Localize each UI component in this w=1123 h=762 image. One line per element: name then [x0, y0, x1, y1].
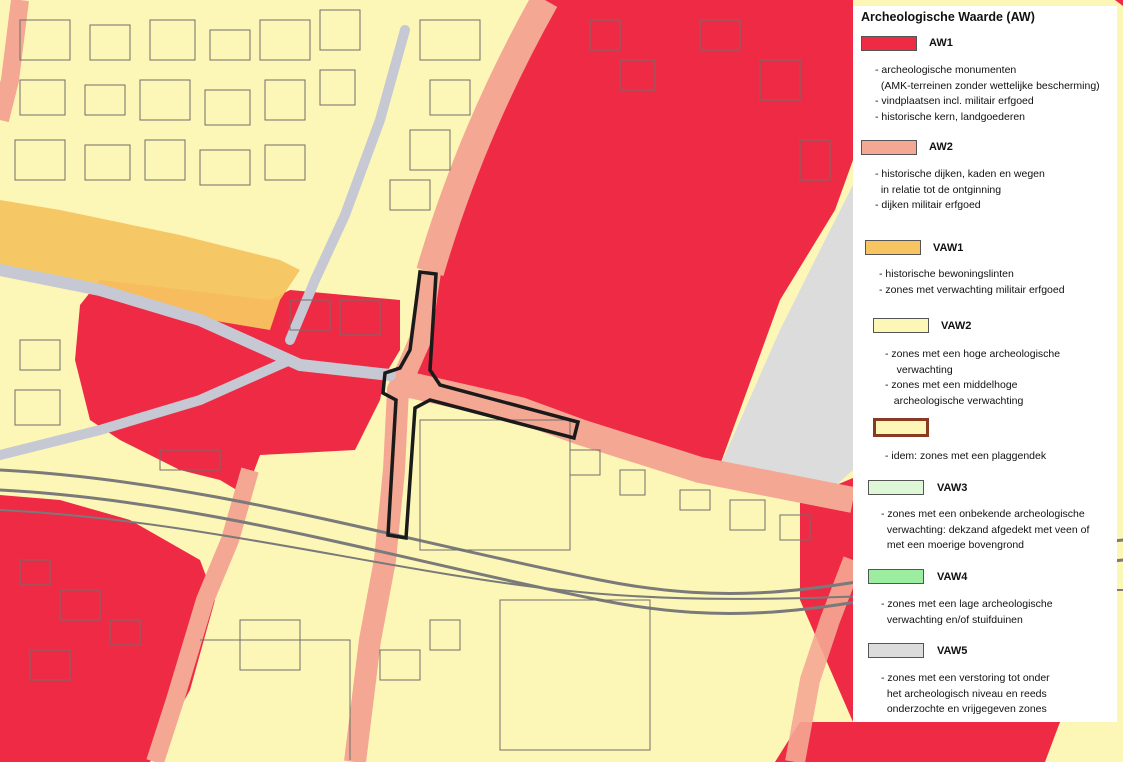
- legend-desc-vaw3: - zones met een onbekende archeologische…: [881, 508, 1090, 551]
- legend-desc-vaw1: - historische bewoningslinten - zones me…: [879, 268, 1065, 296]
- legend-code-vaw2: VAW2: [941, 320, 972, 332]
- legend-swatch-aw2: [861, 140, 917, 155]
- legend-swatch-vaw5: [868, 643, 924, 658]
- legend-swatch-vaw2: [873, 318, 929, 333]
- legend-code-vaw5: VAW5: [937, 645, 968, 657]
- legend-title: Archeologische Waarde (AW): [861, 10, 1035, 24]
- legend-desc-aw2: - historische dijken, kaden en wegen in …: [875, 168, 1045, 211]
- legend-swatch-plaggendek: [873, 418, 929, 437]
- legend-code-aw1: AW1: [929, 37, 953, 49]
- legend-desc-vaw4: - zones met een lage archeologische verw…: [881, 598, 1053, 626]
- legend-swatch-vaw3: [868, 480, 924, 495]
- aw1-zone-southeast-c: [775, 722, 1060, 762]
- legend-desc-aw1: - archeologische monumenten (AMK-terrein…: [875, 64, 1100, 123]
- legend-swatch-vaw4: [868, 569, 924, 584]
- legend-desc-vaw2: - zones met een hoge archeologische verw…: [885, 348, 1061, 407]
- legend-desc-vaw5: - zones met een verstoring tot onder het…: [881, 672, 1050, 715]
- legend-swatch-aw1: [861, 36, 917, 51]
- legend-desc-plaggendek: - idem: zones met een plaggendek: [885, 450, 1047, 462]
- legend-code-vaw1: VAW1: [933, 242, 964, 254]
- legend-code-aw2: AW2: [929, 141, 953, 153]
- legend-code-vaw4: VAW4: [937, 571, 968, 583]
- legend-code-vaw3: VAW3: [937, 482, 968, 494]
- legend-panel: Archeologische Waarde (AW) AW1 - archeol…: [853, 6, 1117, 722]
- legend-swatch-vaw1: [865, 240, 921, 255]
